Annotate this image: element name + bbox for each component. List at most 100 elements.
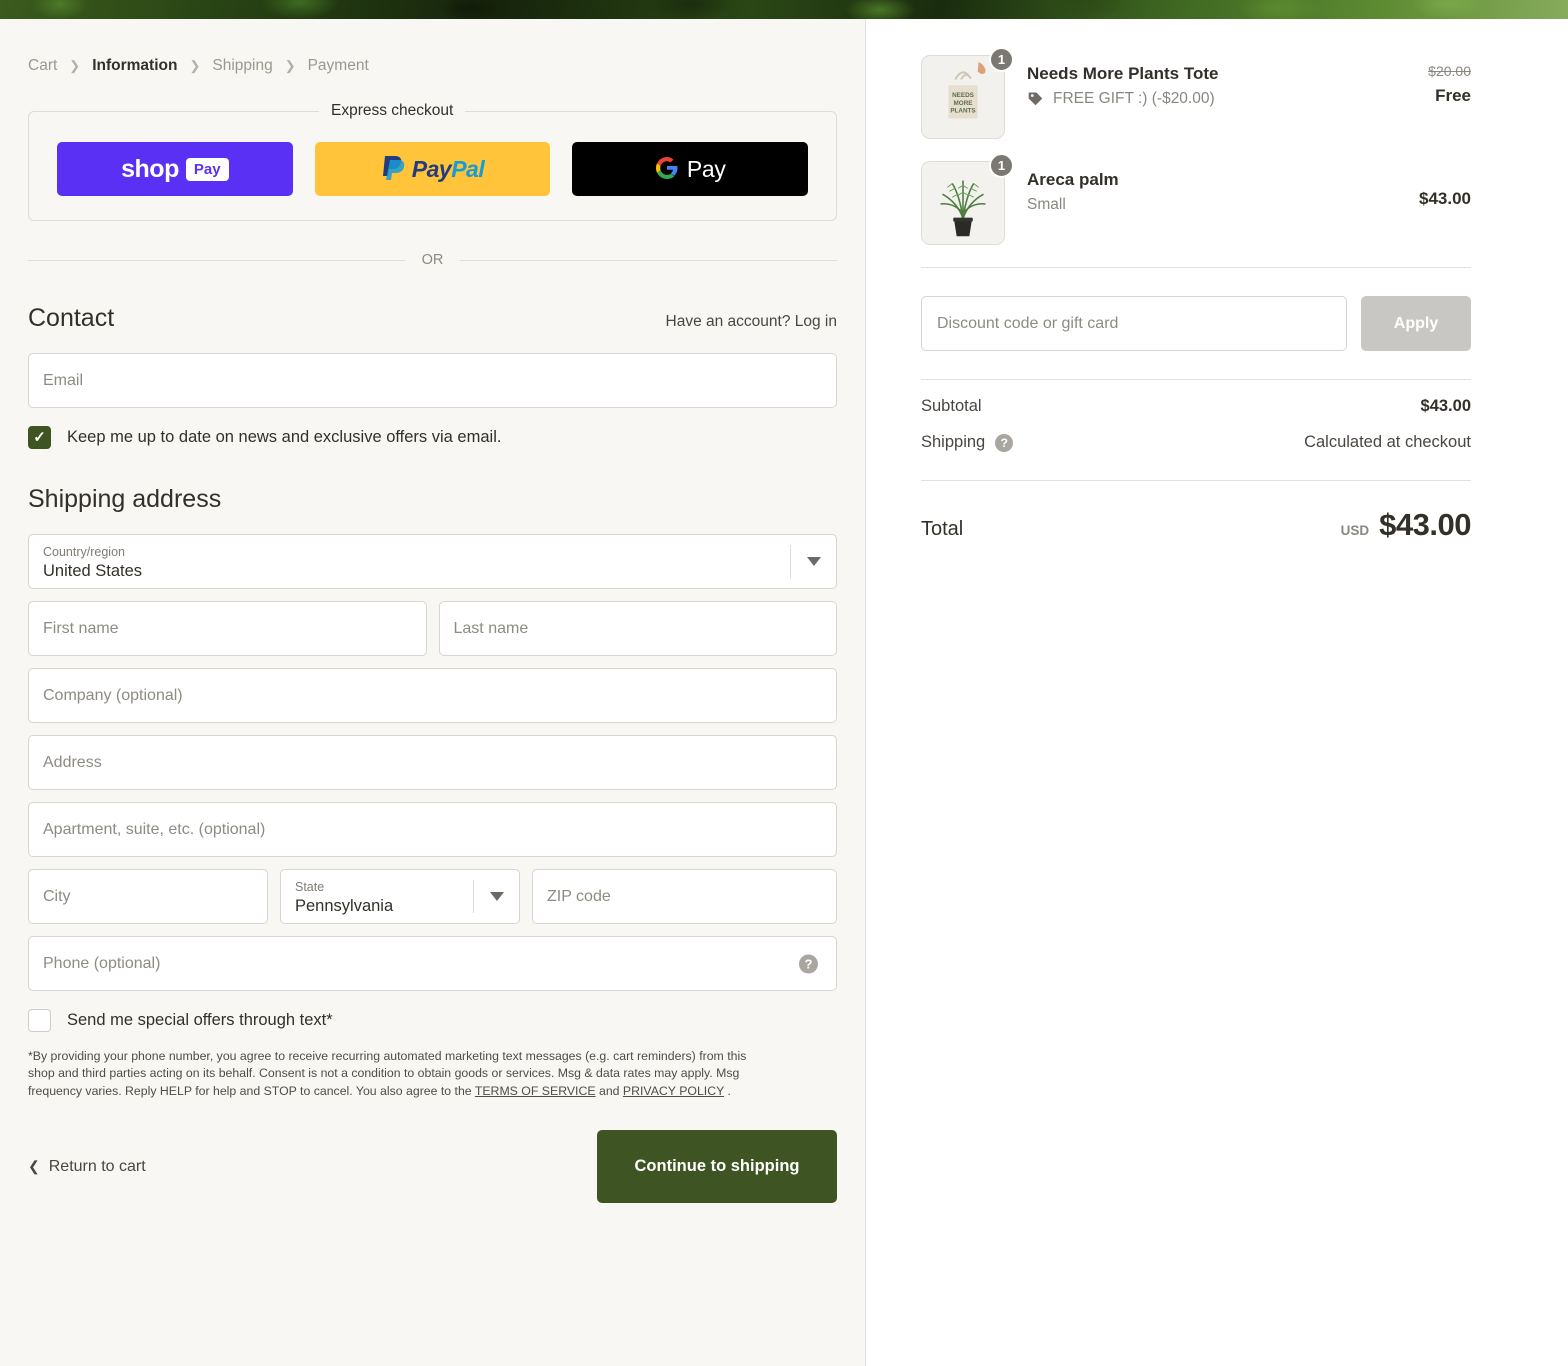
- email-field[interactable]: Email: [28, 353, 837, 408]
- newsletter-label: Keep me up to date on news and exclusive…: [67, 428, 502, 446]
- svg-text:MORE: MORE: [954, 100, 973, 107]
- chevron-down-icon[interactable]: [790, 545, 836, 578]
- divider: [921, 480, 1471, 481]
- apartment-field[interactable]: Apartment, suite, etc. (optional): [28, 802, 837, 857]
- chevron-right-icon: ❯: [284, 58, 296, 73]
- item-title: Needs More Plants Tote: [1027, 64, 1219, 83]
- apartment-placeholder: Apartment, suite, etc. (optional): [43, 820, 266, 838]
- item-title: Areca palm: [1027, 170, 1119, 189]
- country-region-select[interactable]: Country/region United States: [28, 534, 837, 589]
- last-name-placeholder: Last name: [453, 619, 529, 637]
- svg-text:NEEDS: NEEDS: [952, 92, 974, 99]
- shipping-row: Shipping ? Calculated at checkout: [867, 433, 1568, 452]
- item-discount-label: FREE GIFT :) (-$20.00): [1053, 89, 1215, 107]
- disclaimer-text-part3: .: [724, 1083, 731, 1098]
- subtotal-value: $43.00: [1420, 397, 1471, 415]
- privacy-policy-link[interactable]: PRIVACY POLICY: [623, 1084, 724, 1098]
- price-tag-icon: [1027, 90, 1044, 107]
- quantity-badge: 1: [989, 153, 1014, 178]
- zip-code-field[interactable]: ZIP code: [532, 869, 837, 924]
- terms-of-service-link[interactable]: TERMS OF SERVICE: [475, 1084, 596, 1098]
- sms-offers-checkbox-row[interactable]: Send me special offers through text*: [28, 1009, 837, 1032]
- checkmark-icon: ✓: [33, 429, 46, 446]
- apply-discount-button[interactable]: Apply: [1361, 296, 1471, 351]
- chevron-left-icon: ❮: [28, 1158, 40, 1175]
- phone-placeholder: Phone (optional): [43, 954, 161, 972]
- contact-title: Contact: [28, 304, 115, 332]
- login-link[interactable]: Have an account? Log in: [666, 313, 837, 331]
- order-line-item: 1 Areca palm Small $43.00: [921, 153, 1471, 245]
- continue-to-shipping-button[interactable]: Continue to shipping: [597, 1130, 837, 1204]
- item-variant: Small: [1027, 195, 1066, 213]
- form-actions: ❮ Return to cart Continue to shipping: [28, 1130, 837, 1204]
- total-row: Total USD $43.00: [867, 507, 1568, 543]
- order-items-list: NEEDS MORE PLANTS 1 Needs More Plants To…: [867, 19, 1568, 245]
- phone-field[interactable]: Phone (optional) ?: [28, 936, 837, 991]
- divider: [921, 379, 1471, 380]
- total-label: Total: [921, 518, 964, 540]
- store-banner-image: [0, 0, 1568, 19]
- first-name-field[interactable]: First name: [28, 601, 427, 656]
- newsletter-checkbox-row[interactable]: ✓ Keep me up to date on news and exclusi…: [28, 426, 837, 449]
- divider-line-left: [28, 259, 405, 261]
- address-field[interactable]: Address: [28, 735, 837, 790]
- first-name-placeholder: First name: [43, 619, 119, 637]
- google-pay-button[interactable]: Pay: [572, 142, 809, 196]
- shipping-address-header: Shipping address: [28, 485, 837, 514]
- sms-offers-checkbox[interactable]: [28, 1009, 51, 1032]
- shop-pay-badge: Pay: [185, 157, 229, 181]
- item-original-price: $20.00: [1428, 63, 1471, 79]
- breadcrumb-item-information[interactable]: Information: [92, 57, 177, 75]
- quantity-badge: 1: [989, 47, 1014, 72]
- zip-code-placeholder: ZIP code: [547, 887, 611, 905]
- chevron-down-icon[interactable]: [473, 880, 519, 913]
- state-value: Pennsylvania: [295, 896, 394, 915]
- disclaimer-text-part2: and: [595, 1083, 623, 1098]
- item-discount-row: FREE GIFT :) (-$20.00): [1027, 87, 1401, 112]
- item-price: Free: [1435, 86, 1471, 105]
- paypal-icon: [381, 154, 406, 185]
- city-placeholder: City: [43, 887, 71, 905]
- chevron-right-icon: ❯: [69, 58, 81, 73]
- checkout-form-panel: Cart ❯ Information ❯ Shipping ❯ Payment …: [0, 19, 866, 1366]
- last-name-field[interactable]: Last name: [438, 601, 837, 656]
- shop-pay-wordmark: shop: [121, 154, 179, 183]
- order-summary-panel: NEEDS MORE PLANTS 1 Needs More Plants To…: [867, 19, 1568, 1366]
- shipping-address-title: Shipping address: [28, 485, 222, 513]
- address-placeholder: Address: [43, 753, 102, 771]
- google-pay-wordmark: Pay: [686, 155, 726, 182]
- discount-code-row: Discount code or gift card Apply: [867, 268, 1568, 351]
- discount-code-input[interactable]: Discount code or gift card: [921, 296, 1347, 351]
- paypal-wordmark: PayPal: [411, 155, 485, 182]
- breadcrumb: Cart ❯ Information ❯ Shipping ❯ Payment: [0, 19, 865, 75]
- phone-help-icon[interactable]: ?: [799, 954, 818, 973]
- company-field[interactable]: Company (optional): [28, 668, 837, 723]
- shipping-label: Shipping: [921, 433, 986, 451]
- sms-disclaimer: *By providing your phone number, you agr…: [28, 1048, 776, 1100]
- city-field[interactable]: City: [28, 869, 268, 924]
- country-region-value: United States: [43, 561, 143, 580]
- total-amount: $43.00: [1379, 507, 1471, 542]
- state-label: State: [295, 879, 325, 894]
- or-divider: OR: [28, 252, 837, 268]
- item-price: $43.00: [1419, 189, 1471, 208]
- breadcrumb-item-payment[interactable]: Payment: [308, 57, 369, 75]
- shop-pay-button[interactable]: shop Pay: [57, 142, 293, 196]
- paypal-button[interactable]: PayPal: [314, 142, 551, 196]
- breadcrumb-item-cart[interactable]: Cart: [28, 57, 57, 75]
- company-placeholder: Company (optional): [43, 686, 183, 704]
- subtotal-label: Subtotal: [921, 397, 982, 415]
- breadcrumb-item-shipping[interactable]: Shipping: [212, 57, 272, 75]
- svg-text:PLANTS: PLANTS: [950, 108, 975, 115]
- subtotal-row: Subtotal $43.00: [867, 397, 1568, 416]
- newsletter-checkbox[interactable]: ✓: [28, 426, 51, 449]
- email-placeholder: Email: [43, 371, 84, 389]
- or-label: OR: [421, 252, 444, 268]
- shipping-label-wrap: Shipping ?: [921, 433, 1014, 452]
- return-to-cart-label: Return to cart: [48, 1157, 146, 1175]
- return-to-cart-link[interactable]: ❮ Return to cart: [28, 1158, 146, 1176]
- state-select[interactable]: State Pennsylvania: [280, 869, 520, 924]
- order-line-item: NEEDS MORE PLANTS 1 Needs More Plants To…: [921, 47, 1471, 139]
- express-checkout-section: Express checkout shop Pay PayPal Pay: [28, 102, 837, 221]
- shipping-help-icon[interactable]: ?: [995, 433, 1014, 452]
